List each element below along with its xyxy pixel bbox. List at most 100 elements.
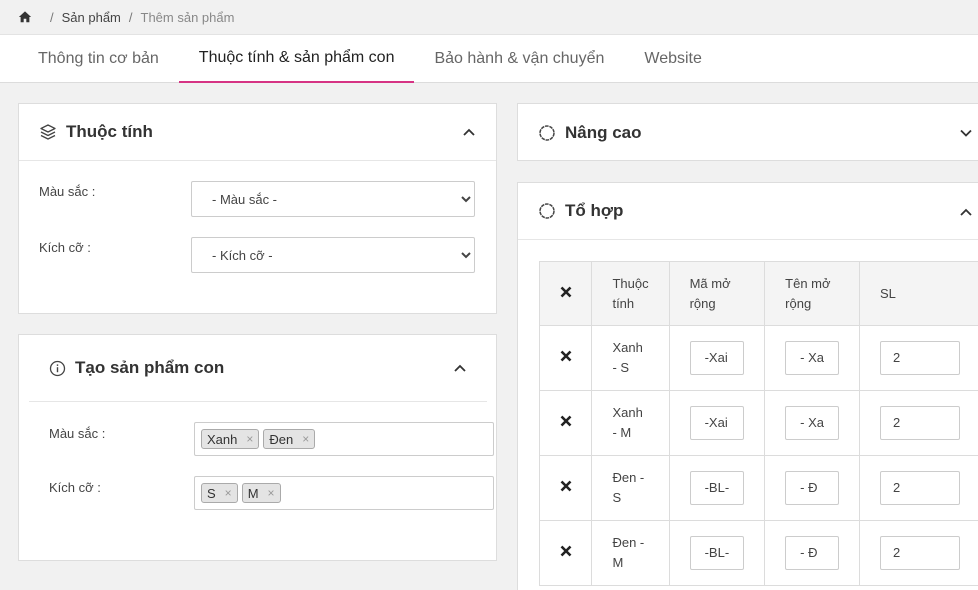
attribute-cell: Xanh - S bbox=[591, 325, 670, 391]
size-select[interactable]: - Kích cỡ - bbox=[191, 237, 475, 273]
delete-all-header[interactable] bbox=[538, 261, 593, 326]
remove-tag-icon[interactable]: × bbox=[246, 432, 253, 446]
attribute-line1: Đen - bbox=[612, 470, 645, 485]
attribute-line2: M bbox=[612, 555, 624, 570]
header-attribute-line2: tính bbox=[612, 295, 635, 311]
qty-input[interactable]: 2 bbox=[880, 406, 960, 440]
attribute-line1: Xanh bbox=[612, 340, 643, 355]
tag-label: M bbox=[247, 485, 259, 501]
sku-cell: -Xai bbox=[668, 390, 766, 456]
name-ext-input[interactable]: - Đ bbox=[785, 471, 839, 505]
layers-icon bbox=[40, 124, 56, 140]
name-cell: - Đ bbox=[764, 520, 860, 586]
tab-attributes[interactable]: Thuộc tính & sản phẩm con bbox=[178, 35, 415, 83]
remove-tag-icon[interactable]: × bbox=[225, 486, 232, 500]
close-icon[interactable] bbox=[560, 286, 572, 298]
close-icon[interactable] bbox=[560, 415, 572, 427]
color-tags-input[interactable]: Xanh × Đen × bbox=[194, 422, 494, 456]
qty-cell: 2 bbox=[859, 520, 978, 586]
advanced-card-header[interactable]: Nâng cao bbox=[518, 104, 978, 161]
attribute-line2: - M bbox=[612, 425, 632, 440]
header-name-ext: Tên mở rộng bbox=[764, 261, 860, 326]
attribute-line1: Xanh bbox=[612, 405, 643, 420]
name-ext-input[interactable]: - Đ bbox=[785, 536, 839, 570]
qty-input[interactable]: 2 bbox=[880, 471, 960, 505]
breadcrumb-current: Thêm sản phẩm bbox=[140, 9, 235, 25]
delete-row-cell bbox=[538, 520, 593, 586]
tag-chip: Xanh × bbox=[201, 429, 260, 449]
header-qty: SL bbox=[859, 261, 978, 326]
combination-card-header[interactable]: Tổ hợp bbox=[518, 183, 978, 240]
tab-basic-info[interactable]: Thông tin cơ bản bbox=[18, 35, 179, 83]
tag-chip: S × bbox=[201, 483, 238, 503]
tag-label: S bbox=[207, 485, 216, 501]
header-sku-ext: Mã mở rộng bbox=[668, 261, 766, 326]
name-cell: - Xa bbox=[764, 390, 860, 456]
table-row: Đen - S -BL- - Đ 2 bbox=[538, 455, 978, 521]
chevron-down-icon[interactable] bbox=[959, 126, 973, 140]
tab-warranty-shipping[interactable]: Bảo hành & vận chuyển bbox=[414, 35, 624, 83]
chevron-up-icon[interactable] bbox=[959, 205, 973, 219]
close-icon[interactable] bbox=[560, 350, 572, 362]
header-sku-line1: Mã mở bbox=[689, 275, 731, 291]
sku-ext-input[interactable]: -Xai bbox=[689, 406, 745, 440]
attributes-card: Thuộc tính Màu sắc : - Màu sắc - Kích cỡ… bbox=[18, 103, 497, 314]
name-ext-input[interactable]: - Xa bbox=[785, 406, 839, 440]
tab-website[interactable]: Website bbox=[624, 35, 722, 83]
tag-chip: Đen × bbox=[263, 429, 316, 449]
attribute-cell: Đen - M bbox=[591, 520, 670, 586]
delete-row-cell bbox=[538, 455, 593, 521]
circle-icon bbox=[539, 124, 555, 141]
qty-input[interactable]: 2 bbox=[880, 536, 960, 570]
size-label: Kích cỡ : bbox=[39, 240, 91, 255]
color-select[interactable]: - Màu sắc - bbox=[191, 181, 475, 217]
breadcrumb: / Sản phẩm / Thêm sản phẩm bbox=[0, 0, 978, 34]
size-tags-input[interactable]: S × M × bbox=[194, 476, 494, 510]
qty-input[interactable]: 2 bbox=[880, 341, 960, 375]
attributes-card-title: Thuộc tính bbox=[66, 122, 153, 141]
delete-row-cell bbox=[538, 325, 593, 391]
circle-icon bbox=[539, 203, 555, 219]
combination-table: Thuộc tính Mã mở rộng Tên mở rộng SL Xanh - … bbox=[538, 261, 978, 586]
sku-cell: -BL- bbox=[668, 455, 766, 521]
header-attribute-line1: Thuộc bbox=[612, 275, 649, 291]
name-cell: - Xa bbox=[764, 325, 860, 391]
variants-card-title: Tạo sản phẩm con bbox=[75, 358, 225, 377]
attributes-card-header[interactable]: Thuộc tính bbox=[19, 104, 496, 161]
header-sku-line2: rộng bbox=[689, 295, 716, 311]
variant-color-label: Màu sắc : bbox=[49, 426, 106, 441]
sku-cell: -Xai bbox=[668, 325, 766, 391]
sku-ext-input[interactable]: -BL- bbox=[689, 471, 745, 505]
color-label: Màu sắc : bbox=[39, 184, 96, 199]
tab-bar: Thông tin cơ bản Thuộc tính & sản phẩm c… bbox=[0, 34, 978, 83]
name-ext-input[interactable]: - Xa bbox=[785, 341, 839, 375]
header-attribute: Thuộc tính bbox=[591, 261, 670, 326]
breadcrumb-products[interactable]: Sản phẩm bbox=[62, 10, 121, 25]
chevron-up-icon[interactable] bbox=[453, 361, 467, 375]
sku-ext-input[interactable]: -BL- bbox=[689, 536, 745, 570]
tag-label: Xanh bbox=[207, 431, 238, 447]
table-row: Đen - M -BL- - Đ 2 bbox=[538, 520, 978, 586]
name-cell: - Đ bbox=[764, 455, 860, 521]
qty-cell: 2 bbox=[859, 455, 978, 521]
attribute-cell: Xanh - M bbox=[591, 390, 670, 456]
tag-chip: M × bbox=[241, 483, 281, 503]
breadcrumb-separator: / bbox=[50, 9, 54, 25]
variants-card-header[interactable]: Tạo sản phẩm con bbox=[29, 335, 487, 402]
remove-tag-icon[interactable]: × bbox=[268, 486, 275, 500]
attribute-cell: Đen - S bbox=[591, 455, 670, 521]
chevron-up-icon[interactable] bbox=[462, 125, 476, 139]
close-icon[interactable] bbox=[560, 545, 572, 557]
home-icon[interactable] bbox=[18, 10, 32, 24]
tag-label: Đen bbox=[269, 431, 294, 447]
attribute-line2: S bbox=[612, 490, 622, 505]
variants-card: Tạo sản phẩm con Màu sắc : Xanh × Đen × Kí… bbox=[18, 334, 497, 561]
sku-ext-input[interactable]: -Xai bbox=[689, 341, 745, 375]
qty-cell: 2 bbox=[859, 325, 978, 391]
close-icon[interactable] bbox=[560, 480, 572, 492]
advanced-card-title: Nâng cao bbox=[565, 122, 642, 142]
combination-card-title: Tổ hợp bbox=[565, 201, 624, 220]
delete-row-cell bbox=[538, 390, 593, 456]
header-name-line1: Tên mở bbox=[785, 275, 831, 291]
remove-tag-icon[interactable]: × bbox=[302, 432, 309, 446]
